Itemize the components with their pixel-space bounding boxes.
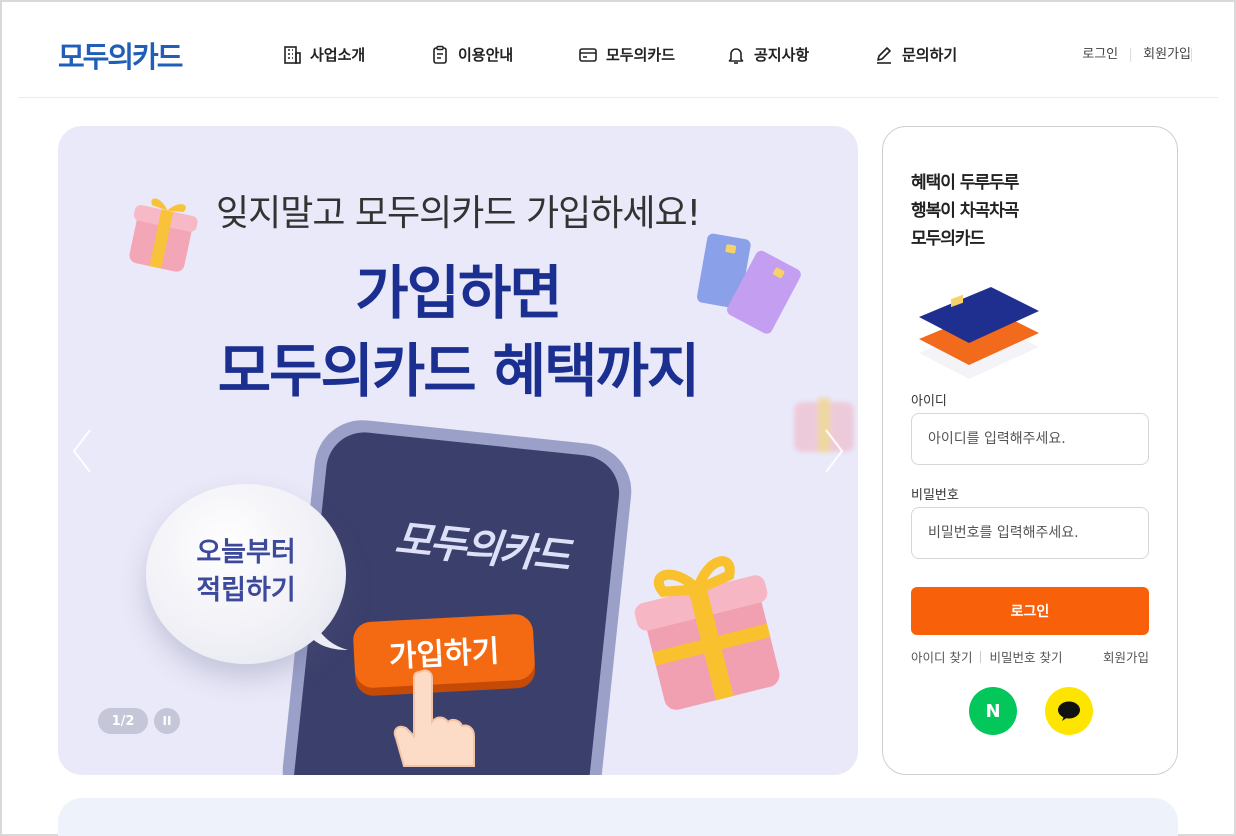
building-icon xyxy=(284,45,301,64)
card-stack-illustration xyxy=(919,287,1039,379)
site-logo-graphic: 모두의카드 xyxy=(58,40,185,74)
slogan-line3: 모두의카드 xyxy=(911,229,985,249)
site-header: 모두의카드 사업소개 이용안내 모두의카드 공지사항 문의하기 로그인 회원가입 xyxy=(18,0,1218,98)
kakao-login-button[interactable] xyxy=(1045,687,1093,735)
nav-label: 모두의카드 xyxy=(606,46,676,64)
header-signup-link[interactable]: 회원가입 xyxy=(1131,48,1192,62)
bell-icon xyxy=(728,47,744,64)
find-password-link[interactable]: 비밀번호 찾기 xyxy=(989,647,1062,666)
next-arrow-icon[interactable] xyxy=(820,426,848,476)
nav-item-about[interactable]: 사업소개 xyxy=(282,44,430,65)
speech-bubble-tail xyxy=(310,616,348,650)
bubble-line2: 적립하기 xyxy=(196,575,296,606)
slogan-line2: 행복이 차곡차곡 xyxy=(911,201,1019,221)
pencil-icon xyxy=(877,46,891,64)
utility-links: 로그인 회원가입 xyxy=(1070,48,1192,62)
login-links: 아이디 찾기 비밀번호 찾기 회원가입 xyxy=(911,647,1149,666)
pause-button[interactable]: II xyxy=(154,708,180,734)
nav-item-notice[interactable]: 공지사항 xyxy=(726,44,874,65)
bubble-line1: 오늘부터 xyxy=(196,537,296,568)
nav-item-guide[interactable]: 이용안내 xyxy=(430,44,578,65)
naver-icon: N xyxy=(985,700,1001,722)
nav-label: 사업소개 xyxy=(310,46,366,64)
signup-link[interactable]: 회원가입 xyxy=(1103,647,1149,666)
password-label: 비밀번호 xyxy=(911,488,959,503)
bubble-text: 오늘부터 적립하기 xyxy=(146,534,346,610)
banner-pager: 1/2 II xyxy=(98,708,180,734)
login-panel: 혜택이 두루두루 행복이 차곡차곡 모두의카드 아이디 비밀번호 로그인 아이디… xyxy=(882,126,1178,775)
site-logo[interactable]: 모두의카드 xyxy=(58,36,192,76)
login-button[interactable]: 로그인 xyxy=(911,587,1149,635)
password-input[interactable] xyxy=(911,507,1149,559)
card-illustration xyxy=(697,233,801,334)
id-label: 아이디 xyxy=(911,394,947,409)
nav-label: 공지사항 xyxy=(754,46,810,64)
divider xyxy=(980,650,982,663)
phone-logo: 모두의카드 xyxy=(392,516,571,581)
kakao-icon xyxy=(1058,701,1080,721)
main-banner[interactable]: 잊지말고 모두의카드 가입하세요! 가입하면 모두의카드 혜택까지 모두의카드 … xyxy=(58,126,858,775)
find-id-link[interactable]: 아이디 찾기 xyxy=(911,647,972,666)
nav-label: 이용안내 xyxy=(458,46,514,64)
login-slogan: 혜택이 두루두루 행복이 차곡차곡 모두의카드 xyxy=(911,169,1019,253)
main-nav: 사업소개 이용안내 모두의카드 공지사항 문의하기 xyxy=(282,44,1022,65)
id-input[interactable] xyxy=(911,413,1149,465)
pager-count: 1/2 xyxy=(98,708,148,734)
header-login-link[interactable]: 로그인 xyxy=(1070,48,1132,62)
card-icon xyxy=(579,47,597,62)
banner-title-line2: 모두의카드 혜택까지 xyxy=(217,337,700,405)
gift-icon xyxy=(634,556,780,710)
nav-label: 문의하기 xyxy=(902,46,958,64)
slogan-line1: 혜택이 두루두루 xyxy=(911,173,1019,193)
prev-arrow-icon[interactable] xyxy=(68,426,96,476)
pointing-hand-icon xyxy=(393,669,475,767)
gift-icon xyxy=(129,198,198,272)
clipboard-icon xyxy=(433,45,447,64)
nav-item-inquiry[interactable]: 문의하기 xyxy=(874,44,1022,65)
nav-item-card[interactable]: 모두의카드 xyxy=(578,44,726,65)
svg-text:모두의카드: 모두의카드 xyxy=(58,40,183,74)
social-login: N xyxy=(883,687,1179,735)
naver-login-button[interactable]: N xyxy=(969,687,1017,735)
next-section-preview xyxy=(58,798,1178,836)
